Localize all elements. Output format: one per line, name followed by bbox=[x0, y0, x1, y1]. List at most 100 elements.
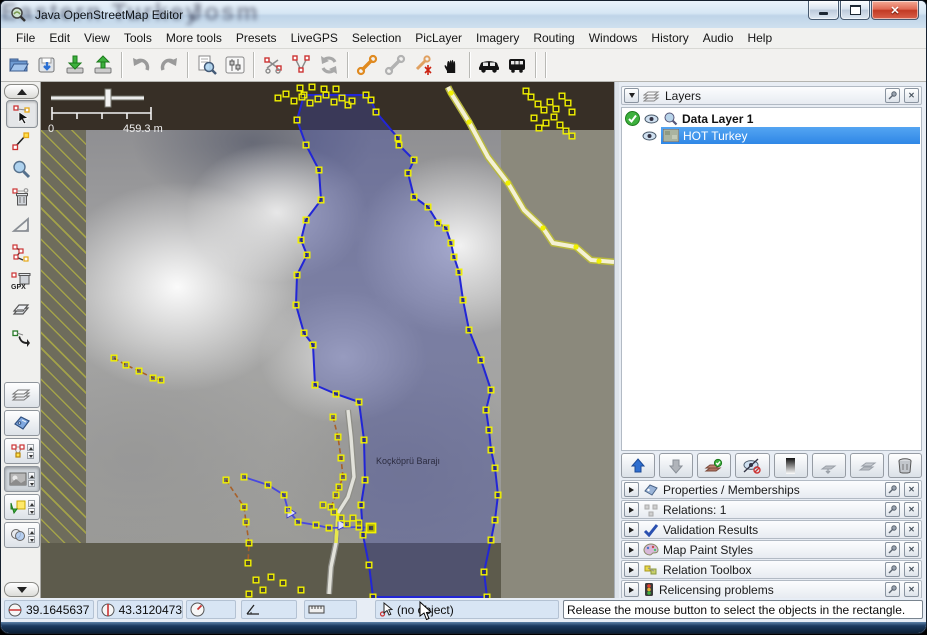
spinner-control[interactable] bbox=[27, 444, 34, 459]
layer-opacity-button[interactable] bbox=[774, 453, 808, 478]
menu-audio[interactable]: Audio bbox=[696, 29, 741, 47]
panel-map-paint-styles[interactable]: Map Paint Styles ✕ bbox=[621, 540, 922, 559]
delete-tool-button[interactable] bbox=[6, 184, 36, 210]
expand-button[interactable] bbox=[624, 502, 639, 517]
panel-relation-toolbox[interactable]: Relation Toolbox ✕ bbox=[621, 560, 922, 579]
download-along-button[interactable] bbox=[4, 494, 40, 520]
refresh-button[interactable] bbox=[315, 51, 343, 79]
layer-activate-button[interactable] bbox=[697, 453, 731, 478]
menu-presets[interactable]: Presets bbox=[229, 29, 284, 47]
zoom-slider[interactable] bbox=[51, 89, 144, 107]
eye-icon[interactable] bbox=[644, 113, 659, 125]
zoom-tool-button[interactable] bbox=[6, 156, 36, 182]
pin-button[interactable] bbox=[885, 522, 900, 537]
move-node-tool-button[interactable] bbox=[6, 324, 36, 350]
scroll-up-button[interactable] bbox=[4, 84, 39, 99]
gpx-convert-tool-button[interactable]: GPX bbox=[6, 268, 36, 294]
pin-button[interactable] bbox=[885, 482, 900, 497]
pin-button[interactable] bbox=[885, 88, 900, 103]
unglue-button[interactable] bbox=[259, 51, 287, 79]
layer-merge-button[interactable] bbox=[812, 453, 846, 478]
pin-button[interactable] bbox=[885, 562, 900, 577]
maximize-button[interactable] bbox=[840, 1, 870, 20]
close-button[interactable]: ✕ bbox=[871, 1, 919, 20]
layer-visibility-button[interactable] bbox=[735, 453, 769, 478]
layer-row-hot-turkey[interactable]: HOT Turkey bbox=[623, 127, 920, 144]
menu-routing[interactable]: Routing bbox=[526, 29, 581, 47]
open-button[interactable] bbox=[5, 51, 33, 79]
layers-panel-header[interactable]: Layers ✕ bbox=[621, 86, 922, 105]
menu-windows[interactable]: Windows bbox=[582, 29, 645, 47]
expand-button[interactable] bbox=[624, 582, 639, 597]
car-button[interactable] bbox=[475, 51, 503, 79]
expand-button[interactable] bbox=[624, 562, 639, 577]
layer-row-data-layer[interactable]: Data Layer 1 bbox=[623, 110, 920, 127]
map-styles-button[interactable] bbox=[4, 522, 40, 548]
bus-button[interactable] bbox=[503, 51, 531, 79]
draw-node-tool-button[interactable] bbox=[6, 128, 36, 154]
menu-help[interactable]: Help bbox=[740, 29, 779, 47]
layer-duplicate-button[interactable] bbox=[850, 453, 884, 478]
menu-imagery[interactable]: Imagery bbox=[469, 29, 526, 47]
menu-file[interactable]: File bbox=[9, 29, 42, 47]
eye-icon[interactable] bbox=[642, 130, 657, 142]
close-panel-button[interactable]: ✕ bbox=[904, 582, 919, 597]
close-panel-button[interactable]: ✕ bbox=[904, 482, 919, 497]
collapse-button[interactable] bbox=[624, 88, 639, 103]
layer-down-button[interactable] bbox=[659, 453, 693, 478]
menu-more-tools[interactable]: More tools bbox=[159, 29, 229, 47]
layers-panel-button[interactable] bbox=[4, 382, 40, 408]
pin-button[interactable] bbox=[885, 502, 900, 517]
undo-button[interactable] bbox=[127, 51, 155, 79]
close-panel-button[interactable]: ✕ bbox=[904, 542, 919, 557]
upload-button[interactable] bbox=[89, 51, 117, 79]
menu-piclayer[interactable]: PicLayer bbox=[408, 29, 469, 47]
menu-history[interactable]: History bbox=[644, 29, 695, 47]
menu-edit[interactable]: Edit bbox=[42, 29, 77, 47]
menu-view[interactable]: View bbox=[77, 29, 117, 47]
tools-gray-button[interactable] bbox=[381, 51, 409, 79]
menu-selection[interactable]: Selection bbox=[345, 29, 408, 47]
close-panel-button[interactable]: ✕ bbox=[904, 562, 919, 577]
panel-relicensing[interactable]: Relicensing problems ✕ bbox=[621, 580, 922, 599]
spinner-control[interactable] bbox=[28, 500, 35, 515]
expand-button[interactable] bbox=[624, 542, 639, 557]
layer-up-button[interactable] bbox=[621, 453, 655, 478]
panel-validation[interactable]: Validation Results ✕ bbox=[621, 520, 922, 539]
selected-node[interactable] bbox=[367, 524, 376, 533]
hand-button[interactable] bbox=[437, 51, 465, 79]
follow-line-tool-button[interactable] bbox=[6, 240, 36, 266]
expand-button[interactable] bbox=[624, 522, 639, 537]
merge-nodes-button[interactable] bbox=[287, 51, 315, 79]
panel-relations[interactable]: Relations: 1 ✕ bbox=[621, 500, 922, 519]
minimize-button[interactable] bbox=[808, 1, 839, 20]
spinner-control[interactable] bbox=[28, 528, 35, 543]
tools-orange-button[interactable] bbox=[353, 51, 381, 79]
way-road-main[interactable] bbox=[448, 87, 614, 262]
lake-polygon[interactable] bbox=[296, 95, 498, 597]
layer-delete-button[interactable] bbox=[888, 453, 922, 478]
spinner-control[interactable] bbox=[28, 472, 35, 487]
close-panel-button[interactable]: ✕ bbox=[904, 88, 919, 103]
close-panel-button[interactable]: ✕ bbox=[904, 502, 919, 517]
zoom-slider-thumb[interactable] bbox=[105, 89, 111, 107]
expand-button[interactable] bbox=[624, 482, 639, 497]
map-vector-layer[interactable]: Koçköprü Barajı 0 459.3 m bbox=[41, 82, 614, 598]
menu-livegps[interactable]: LiveGPS bbox=[284, 29, 345, 47]
title-bar[interactable]: Josm Eastern Turkey Java OpenStreetMap E… bbox=[1, 1, 926, 29]
scroll-down-button[interactable] bbox=[4, 582, 39, 597]
measure-tool-button[interactable] bbox=[6, 212, 36, 238]
selected-layer-highlight[interactable]: HOT Turkey bbox=[661, 127, 920, 144]
menu-tools[interactable]: Tools bbox=[117, 29, 159, 47]
download-button[interactable] bbox=[61, 51, 89, 79]
extrude-tool-button[interactable] bbox=[6, 296, 36, 322]
tags-panel-button[interactable] bbox=[4, 410, 40, 436]
preferences-button[interactable] bbox=[221, 51, 249, 79]
layer-name[interactable]: HOT Turkey bbox=[683, 129, 747, 143]
close-panel-button[interactable]: ✕ bbox=[904, 522, 919, 537]
relation-panel-button[interactable] bbox=[4, 438, 40, 464]
map-canvas[interactable]: Koçköprü Barajı 0 459.3 m bbox=[41, 82, 614, 598]
search-presets-button[interactable] bbox=[193, 51, 221, 79]
pin-button[interactable] bbox=[885, 582, 900, 597]
tools-broken-button[interactable] bbox=[409, 51, 437, 79]
